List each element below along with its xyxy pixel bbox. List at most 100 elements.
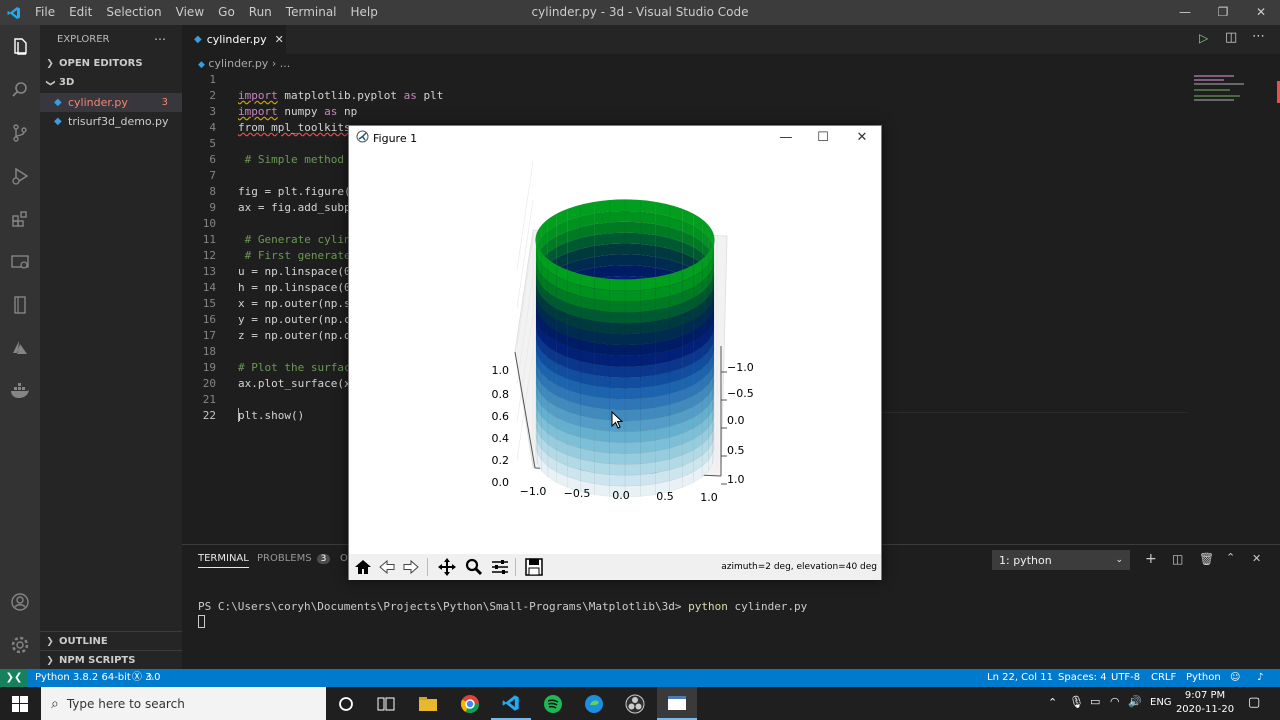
minimap[interactable]	[1192, 73, 1280, 113]
indentation[interactable]: Spaces: 4	[1058, 669, 1107, 687]
encoding[interactable]: UTF-8	[1111, 669, 1140, 687]
cursor-position[interactable]: Ln 22, Col 11	[987, 669, 1053, 687]
python-figure-taskbar-icon[interactable]	[657, 687, 697, 720]
x-tick-label: 1.0	[700, 491, 718, 504]
text-cursor	[238, 408, 239, 422]
explorer-icon[interactable]	[0, 25, 40, 68]
figure-minimize-icon[interactable]: —	[767, 126, 805, 150]
python-interpreter[interactable]: Python 3.8.2 64-bit	[35, 669, 131, 687]
action-center-icon[interactable]: ▢	[1248, 695, 1260, 710]
new-terminal-icon[interactable]: +	[1145, 551, 1157, 567]
battery-icon[interactable]: ▭	[1090, 695, 1100, 708]
restore-icon[interactable]: ❐	[1204, 0, 1242, 25]
obs-icon[interactable]	[615, 687, 655, 720]
minimize-icon[interactable]: —	[1166, 0, 1204, 25]
figure-maximize-icon[interactable]: ☐	[804, 126, 842, 150]
tab-close-icon[interactable]: ✕	[275, 33, 284, 46]
open-editors-section[interactable]: ❯ OPEN EDITORS	[40, 54, 182, 74]
surface-patch-back	[594, 222, 610, 236]
plot-canvas[interactable]: −1.0 −0.5 0.0 0.5 1.0 −1.0 −0.5 0.0 0.5 1.0 0.0 0.2…	[349, 150, 881, 554]
wifi-icon[interactable]: ◠	[1110, 695, 1120, 708]
figure-title-bar[interactable]: Figure 1 — ☐ ✕	[349, 126, 881, 150]
code-line: from mpl_toolkits	[238, 121, 351, 134]
azure-icon[interactable]	[0, 326, 40, 369]
task-view-icon[interactable]	[366, 687, 406, 720]
run-python-file-icon[interactable]: ▷	[1199, 31, 1208, 45]
y-tick-label: −1.0	[727, 361, 754, 374]
home-icon[interactable]	[352, 557, 374, 577]
surface-patch-back	[624, 199, 641, 212]
vscode-taskbar-icon[interactable]	[491, 687, 531, 720]
line-ending[interactable]: CRLF	[1151, 669, 1176, 687]
input-language[interactable]: ENG	[1150, 697, 1172, 708]
more-actions-icon[interactable]: ⋯	[154, 25, 166, 54]
menu-go[interactable]: Go	[211, 0, 242, 25]
file-trisurf3d-demo-py[interactable]: ◆ trisurf3d_demo.py	[40, 112, 182, 131]
close-icon[interactable]: ✕	[1242, 0, 1280, 25]
notifications-bell-icon[interactable]: ♪	[1257, 669, 1263, 687]
remote-explorer-icon[interactable]	[0, 240, 40, 283]
surface-patch-front	[624, 452, 641, 465]
menu-view[interactable]: View	[169, 0, 211, 25]
spotify-icon[interactable]	[533, 687, 573, 720]
breadcrumb-file[interactable]: cylinder.py	[208, 57, 268, 70]
menu-file[interactable]: File	[28, 0, 62, 25]
split-terminal-icon[interactable]: ◫	[1172, 552, 1183, 566]
terminal-arg: cylinder.py	[734, 600, 808, 613]
surface-patch-front	[624, 322, 641, 335]
figure-close-icon[interactable]: ✕	[843, 126, 881, 150]
source-control-icon[interactable]	[0, 111, 40, 154]
pan-move-icon[interactable]	[436, 557, 458, 577]
menu-terminal[interactable]: Terminal	[279, 0, 344, 25]
maximize-panel-icon[interactable]: ⌃	[1226, 551, 1235, 564]
run-debug-icon[interactable]	[0, 154, 40, 197]
tab-problems[interactable]: PROBLEMS 3	[257, 553, 331, 564]
tab-output[interactable]: O	[340, 553, 348, 564]
tray-overflow-icon[interactable]: ⌃	[1048, 696, 1057, 709]
feedback-icon[interactable]: ☺	[1230, 669, 1240, 687]
settings-gear-icon[interactable]	[0, 623, 40, 666]
breadcrumb-symbol[interactable]: ...	[280, 57, 291, 70]
zoom-magnifier-icon[interactable]	[463, 557, 485, 577]
editor-more-icon[interactable]: ⋯	[1252, 29, 1265, 44]
chevron-right-icon: ❯	[46, 636, 54, 647]
tab-cylinder-py[interactable]: ◆ cylinder.py ✕	[182, 25, 286, 54]
menu-help[interactable]: Help	[344, 0, 385, 25]
menu-run[interactable]: Run	[242, 0, 279, 25]
kill-terminal-icon[interactable]: 🗑	[1199, 552, 1214, 566]
close-panel-icon[interactable]: ✕	[1252, 552, 1261, 565]
search-icon[interactable]	[0, 68, 40, 111]
docker-icon[interactable]	[0, 369, 40, 412]
cortana-icon[interactable]	[326, 687, 366, 720]
folder-3d-section[interactable]: ❯ 3D	[40, 73, 182, 93]
notebook-icon[interactable]	[0, 283, 40, 326]
surface-patch-front	[609, 311, 626, 324]
back-arrow-icon[interactable]	[376, 557, 398, 577]
extensions-icon[interactable]	[0, 197, 40, 240]
language-mode[interactable]: Python	[1186, 669, 1221, 687]
edge-icon[interactable]	[574, 687, 614, 720]
menu-edit[interactable]: Edit	[62, 0, 99, 25]
split-editor-icon[interactable]: ◫	[1225, 30, 1237, 45]
file-explorer-icon[interactable]	[408, 687, 448, 720]
configure-subplots-icon[interactable]	[489, 557, 511, 577]
chrome-icon[interactable]	[450, 687, 490, 720]
windows-start-icon[interactable]	[0, 687, 40, 720]
forward-arrow-icon[interactable]	[400, 557, 422, 577]
clock[interactable]: 9:07 PM 2020-11-20	[1175, 689, 1235, 717]
volume-icon[interactable]: 🔊	[1128, 695, 1142, 708]
menu-selection[interactable]: Selection	[99, 0, 168, 25]
folder-label: 3D	[59, 77, 75, 88]
outline-section[interactable]: ❯ OUTLINE	[40, 631, 182, 651]
cylinder-surface-plot[interactable]: −1.0 −0.5 0.0 0.5 1.0 −1.0 −0.5 0.0 0.5 1.0 0.0 0.2…	[349, 150, 881, 554]
terminal-select[interactable]: 1: python ⌄	[992, 550, 1130, 570]
tab-terminal[interactable]: TERMINAL	[198, 553, 249, 568]
save-floppy-icon[interactable]	[523, 557, 545, 577]
microphone-icon[interactable]: 🎙	[1069, 695, 1084, 709]
account-icon[interactable]	[0, 580, 40, 623]
file-cylinder-py[interactable]: ◆ cylinder.py 3	[40, 93, 182, 112]
taskbar-search-box[interactable]: ⌕ Type here to search	[41, 687, 326, 720]
npm-scripts-section[interactable]: ❯ NPM SCRIPTS	[40, 650, 182, 670]
problems-indicator[interactable]: Ⓧ 3 ⚠ 0	[132, 669, 161, 687]
remote-indicator-icon[interactable]: ❯❮	[0, 669, 28, 687]
